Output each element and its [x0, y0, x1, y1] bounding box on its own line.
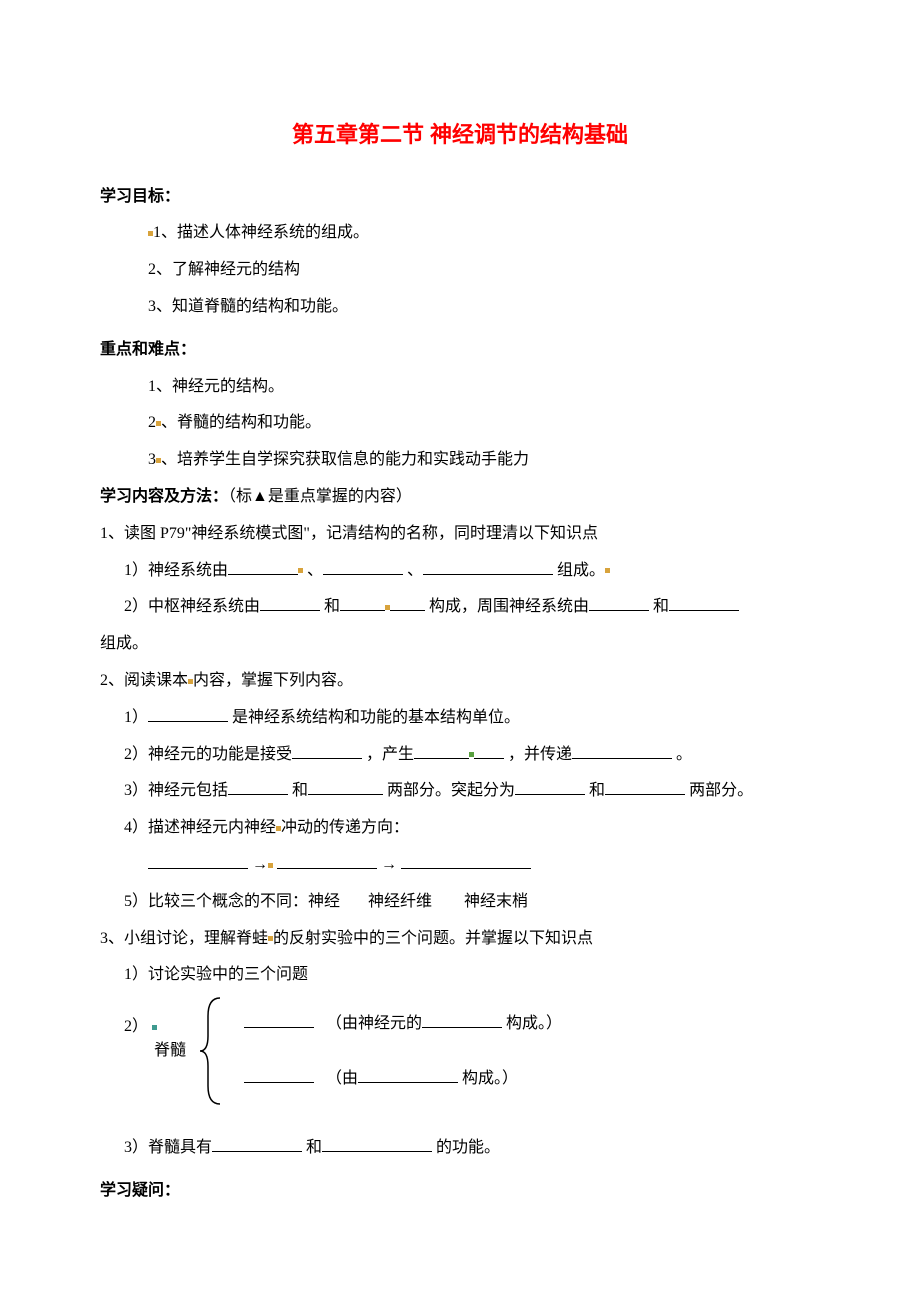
blank: [669, 594, 739, 611]
q2-direction-line: → →: [100, 847, 820, 884]
q2-sub2: 2）神经元的功能是接受 ，产生 ，并传递 。: [100, 737, 820, 774]
blank: [390, 594, 425, 611]
key-points-heading: 重点和难点：: [100, 332, 820, 369]
blank: [515, 778, 585, 795]
blank: [323, 558, 403, 575]
bracket-item-2: （由 构成。）: [228, 1063, 562, 1095]
blank: [423, 558, 553, 575]
page: 第五章第二节 神经调节的结构基础 学习目标： 1、描述人体神经系统的组成。 2、…: [0, 0, 920, 1302]
blank: [322, 1135, 432, 1152]
blank: [244, 1066, 314, 1083]
document-title: 第五章第二节 神经调节的结构基础: [100, 110, 820, 161]
content-method-heading: 学习内容及方法：（标▲是重点掌握的内容）: [100, 479, 820, 516]
blank: [277, 852, 377, 869]
blank: [244, 1011, 314, 1028]
q3-sub2-label: 2）: [124, 1015, 186, 1039]
blank: [212, 1135, 302, 1152]
q2-sub5: 5）比较三个概念的不同：神经 神经纤维 神经末梢: [100, 884, 820, 921]
dot-icon: [268, 863, 273, 868]
questions-heading: 学习疑问：: [100, 1173, 820, 1210]
q3-lead: 3、小组讨论，理解脊蛙的反射实验中的三个问题。并掌握以下知识点: [100, 921, 820, 958]
q2-sub4: 4）描述神经元内神经冲动的传递方向：: [100, 810, 820, 847]
q1-sub2-tail: 组成。: [100, 626, 820, 663]
brace-icon: [198, 996, 228, 1106]
blank: [358, 1066, 458, 1083]
blank: [474, 742, 504, 759]
blank: [148, 852, 248, 869]
blank: [292, 742, 362, 759]
key-point-2: 2、脊髓的结构和功能。: [100, 405, 820, 442]
blank: [414, 742, 469, 759]
blank: [572, 742, 672, 759]
blank: [589, 594, 649, 611]
bracket-item-1: （由神经元的 构成。）: [228, 1008, 562, 1040]
dot-icon: [152, 1025, 157, 1030]
q3-sub3: 3）脊髓具有 和 的功能。: [100, 1130, 820, 1167]
key-point-3: 3、培养学生自学探究获取信息的能力和实践动手能力: [100, 442, 820, 479]
objectives-heading: 学习目标：: [100, 179, 820, 216]
objective-2: 2、了解神经元的结构: [100, 252, 820, 289]
q3-sub1: 1）讨论实验中的三个问题: [100, 957, 820, 994]
blank: [401, 852, 531, 869]
spacer: [100, 1106, 820, 1130]
blank: [228, 558, 298, 575]
blank: [422, 1011, 502, 1028]
blank: [308, 778, 383, 795]
spinal-cord-label: 脊髓: [124, 1039, 186, 1063]
objective-3: 3、知道脊髓的结构和功能。: [100, 289, 820, 326]
blank: [148, 705, 228, 722]
dot-icon: [298, 568, 303, 573]
objective-1: 1、描述人体神经系统的组成。: [100, 215, 820, 252]
blank: [340, 594, 385, 611]
blank: [605, 778, 685, 795]
spinal-cord-diagram: 2） 脊髓 （由神经元的 构成。） （由 构成。）: [100, 996, 820, 1106]
q2-lead: 2、阅读课本内容，掌握下列内容。: [100, 663, 820, 700]
q1-sub1: 1）神经系统由 、 、 组成。: [100, 553, 820, 590]
blank: [260, 594, 320, 611]
q1-sub2: 2）中枢神经系统由 和 构成，周围神经系统由 和: [100, 589, 820, 626]
key-point-1: 1、神经元的结构。: [100, 369, 820, 406]
q2-sub1: 1） 是神经系统结构和功能的基本结构单位。: [100, 700, 820, 737]
blank: [228, 778, 288, 795]
dot-icon: [605, 568, 610, 573]
q1-lead: 1、读图 P79"神经系统模式图"，记清结构的名称，同时理清以下知识点: [100, 516, 820, 553]
q2-sub3: 3）神经元包括 和 两部分。突起分为 和 两部分。: [100, 773, 820, 810]
